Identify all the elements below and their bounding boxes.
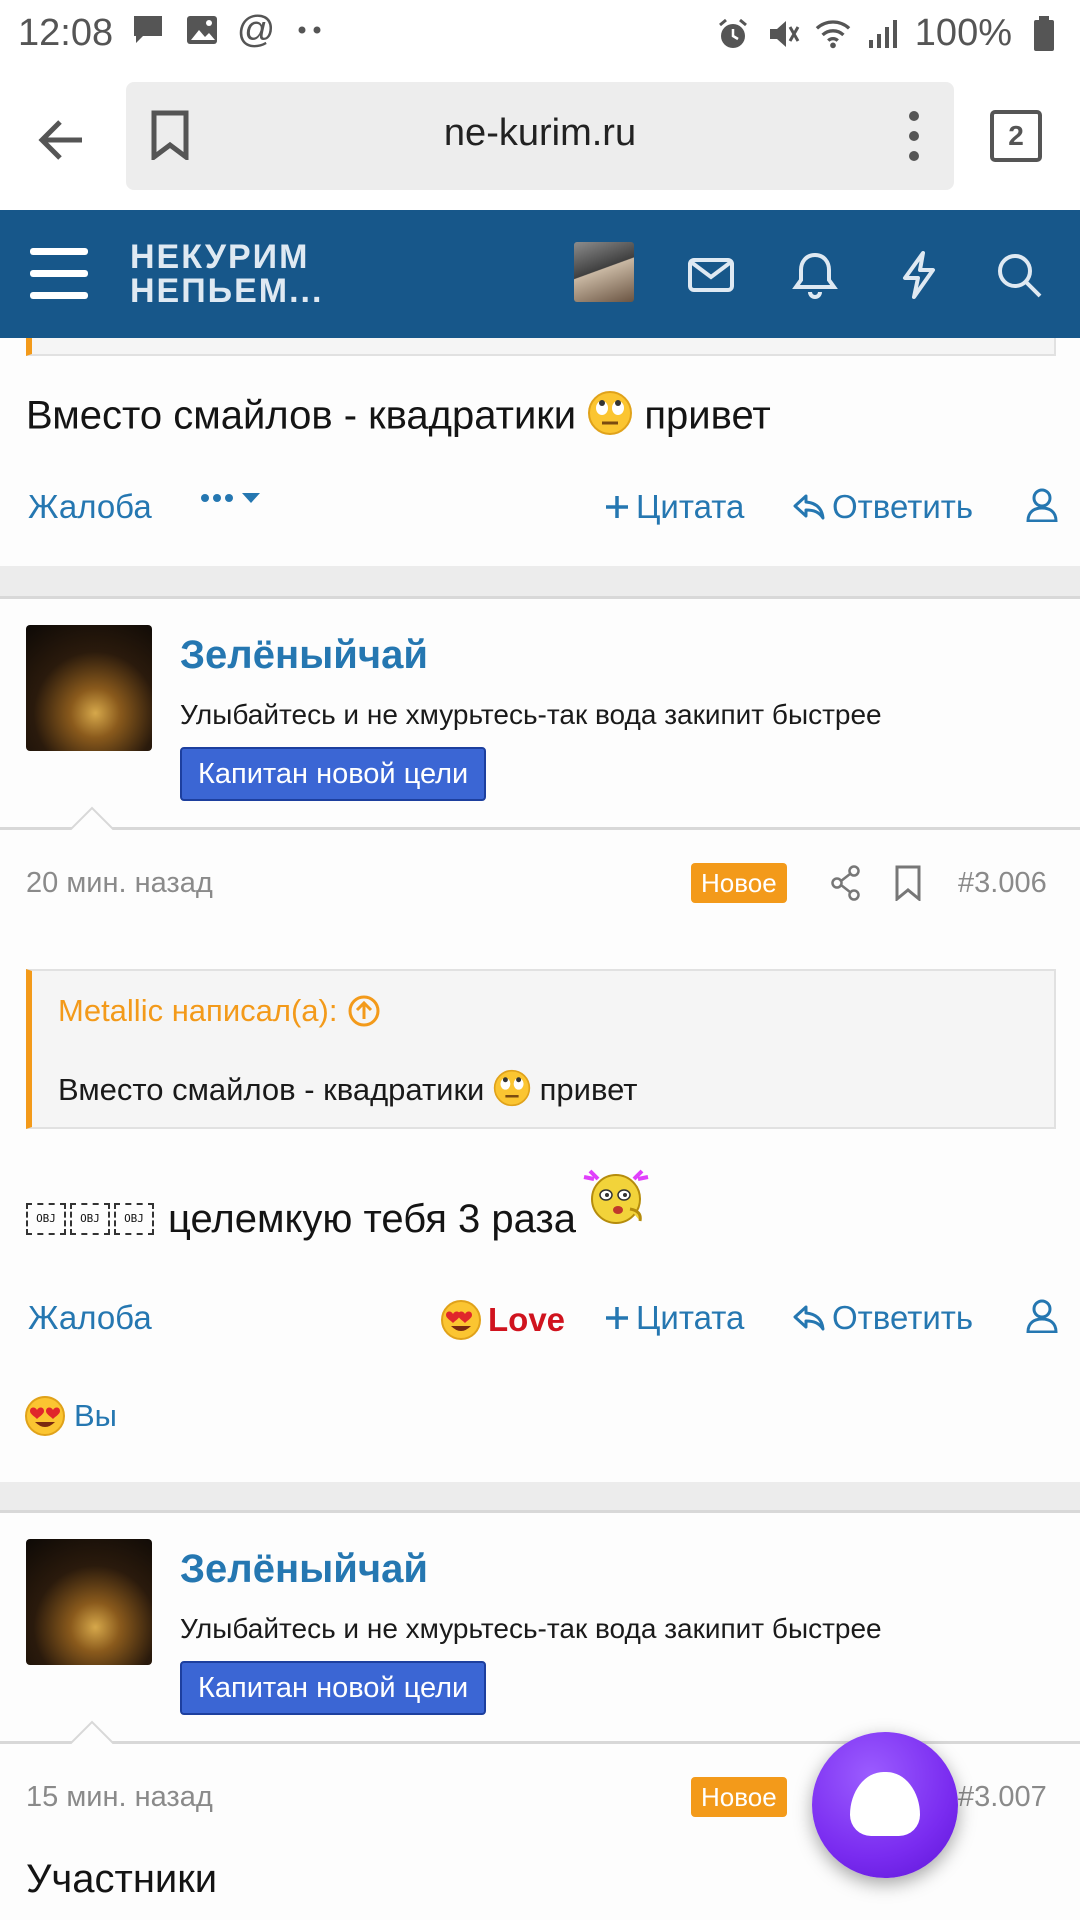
missing-glyph-box: OBJ — [114, 1203, 154, 1235]
post-message: OBJ OBJ OBJ целемкую тебя 3 раза — [26, 1169, 652, 1255]
love-reaction-button[interactable]: Love — [440, 1299, 565, 1341]
new-badge: Новое — [691, 1777, 787, 1817]
voice-assistant-button[interactable] — [812, 1732, 958, 1878]
gallery-notification-icon — [184, 12, 220, 48]
plus-icon — [606, 496, 628, 518]
search-icon[interactable] — [994, 250, 1044, 300]
reply-button[interactable]: Ответить — [792, 488, 973, 526]
user-avatar[interactable] — [574, 242, 634, 302]
divider — [0, 827, 1080, 830]
share-icon[interactable] — [830, 865, 862, 906]
plus-icon — [606, 1307, 628, 1329]
post-actions: Жалоба Love Цитата Ответить — [28, 1299, 1058, 1349]
status-bar: 12:08 @ 100% — [0, 0, 1080, 68]
back-arrow-icon[interactable] — [30, 108, 94, 172]
message-notification-icon — [130, 12, 166, 48]
forum-post: Зелёныйчай Улыбайтесь и не хмурьтесь-так… — [0, 596, 1080, 1482]
quote-author[interactable]: Metallic написал(а): — [58, 993, 381, 1029]
quote-text: Вместо смайлов - квадратики привет — [58, 1069, 637, 1115]
battery-icon — [1026, 15, 1062, 52]
post-actions: Жалоба Цитата Ответить — [28, 488, 1058, 538]
report-link[interactable]: Жалоба — [28, 488, 152, 526]
arrow-notch — [70, 1720, 114, 1744]
quote-button[interactable]: Цитата — [604, 1299, 744, 1337]
rolling-eyes-emoji-icon — [587, 390, 633, 446]
arrow-notch — [70, 806, 114, 830]
previous-post: Вместо смайлов - квадратики привет Жалоб… — [0, 338, 1080, 566]
quote-block: Metallic написал(а): Вместо смайлов - кв… — [26, 969, 1056, 1129]
post-message: Участники — [26, 1857, 218, 1901]
reply-arrow-icon — [793, 494, 825, 520]
post-message: Вместо смайлов - квадратики привет — [26, 390, 771, 446]
username-link[interactable]: Зелёныйчай — [180, 1547, 428, 1592]
address-bar[interactable]: ne-kurim.ru — [126, 82, 954, 190]
browser-toolbar: ne-kurim.ru 2 — [0, 68, 1080, 210]
bookmark-post-icon[interactable] — [894, 865, 922, 906]
reaction-users[interactable]: Вы — [74, 1398, 117, 1434]
lightning-icon[interactable] — [894, 250, 944, 300]
tab-switcher-button[interactable]: 2 — [990, 110, 1042, 162]
quote-button[interactable]: Цитата — [604, 488, 744, 526]
site-header: НЕКУРИМ НЕПЬЕМ... — [0, 210, 1080, 338]
user-banner: Капитан новой цели — [180, 1661, 487, 1715]
post-time[interactable]: 15 мин. назад — [26, 1781, 213, 1814]
user-avatar[interactable] — [26, 1539, 152, 1665]
kissing-smiley-icon — [580, 1165, 652, 1237]
new-badge: Новое — [691, 863, 787, 903]
battery-percent: 100% — [914, 12, 1012, 54]
signal-icon — [865, 16, 901, 52]
url-text[interactable]: ne-kurim.ru — [126, 112, 954, 155]
reply-arrow-icon — [793, 1305, 825, 1331]
user-banner: Капитан новой цели — [180, 747, 487, 801]
rolling-eyes-emoji-icon — [493, 1069, 531, 1115]
user-title: Улыбайтесь и не хмурьтесь-так вода закип… — [180, 699, 882, 730]
post-time[interactable]: 20 мин. назад — [26, 867, 213, 900]
more-notifications-icon — [292, 12, 328, 48]
bell-icon[interactable] — [790, 250, 840, 300]
reactions-summary[interactable]: Вы — [24, 1395, 117, 1437]
arrow-up-circle-icon — [348, 995, 380, 1027]
mute-icon — [765, 16, 801, 52]
alarm-icon — [715, 16, 751, 52]
at-notification-icon: @ — [236, 8, 276, 51]
heart-eyes-emoji-icon — [441, 1300, 481, 1340]
more-actions-dropdown[interactable] — [200, 488, 266, 508]
wifi-icon — [815, 16, 851, 52]
user-icon[interactable] — [1026, 488, 1058, 522]
menu-icon[interactable] — [30, 248, 88, 300]
report-link[interactable]: Жалоба — [28, 1299, 152, 1337]
quote-tail — [26, 338, 1056, 356]
missing-glyph-box: OBJ — [70, 1203, 110, 1235]
status-time: 12:08 — [18, 12, 114, 54]
overflow-menu-icon[interactable] — [898, 108, 930, 164]
post-number[interactable]: #3.006 — [958, 867, 1047, 900]
post-meta: 20 мин. назад Новое #3.006 — [26, 863, 1056, 907]
heart-eyes-emoji-icon — [25, 1396, 65, 1436]
mail-icon[interactable] — [686, 250, 736, 300]
user-icon[interactable] — [1026, 1299, 1058, 1333]
missing-glyph-box: OBJ — [26, 1203, 66, 1235]
user-avatar[interactable] — [26, 625, 152, 751]
post-number[interactable]: #3.007 — [958, 1781, 1047, 1814]
assistant-icon — [850, 1772, 920, 1836]
username-link[interactable]: Зелёныйчай — [180, 633, 428, 678]
user-title: Улыбайтесь и не хмурьтесь-так вода закип… — [180, 1613, 882, 1644]
reply-button[interactable]: Ответить — [792, 1299, 973, 1337]
site-logo[interactable]: НЕКУРИМ НЕПЬЕМ... — [130, 240, 323, 308]
